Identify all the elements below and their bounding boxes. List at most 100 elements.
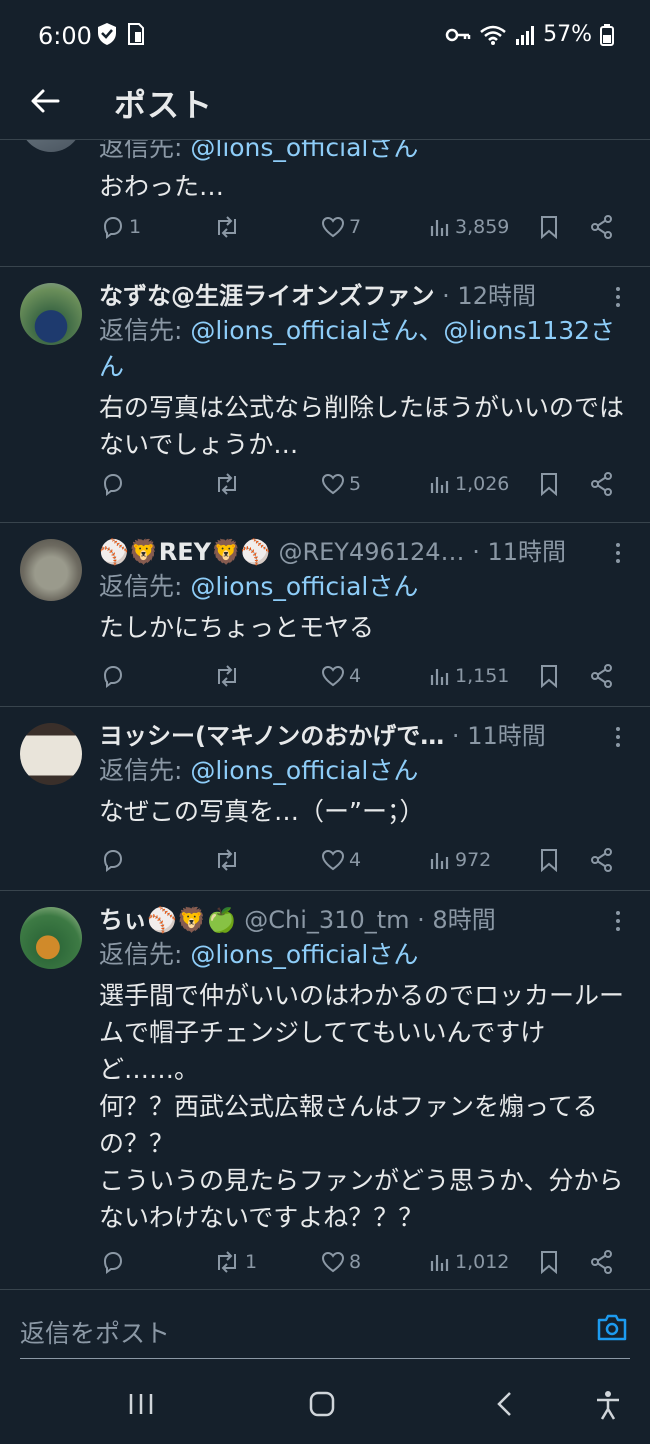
avatar[interactable] bbox=[20, 539, 82, 601]
tweet-time[interactable]: 11時間 bbox=[467, 722, 546, 750]
views-icon bbox=[430, 853, 449, 869]
reply-button[interactable] bbox=[101, 1245, 129, 1279]
reply-to: 返信先: @lions_officialさん bbox=[99, 140, 630, 166]
views-button[interactable]: 1,151 bbox=[429, 659, 509, 693]
retweet-button[interactable] bbox=[213, 843, 245, 877]
avatar[interactable] bbox=[20, 283, 82, 345]
reply-mention[interactable]: @lions_officialさん bbox=[190, 572, 418, 601]
heart-icon bbox=[321, 849, 345, 871]
tweet-meta: ヨッシー(マキノンのおかげで… · 11時間 bbox=[99, 722, 546, 750]
like-button[interactable]: 7 bbox=[321, 210, 361, 244]
accessibility-icon[interactable] bbox=[594, 1390, 622, 1420]
bookmark-icon[interactable] bbox=[539, 664, 559, 688]
reply-icon bbox=[103, 665, 123, 688]
more-vertical-icon[interactable] bbox=[606, 285, 630, 309]
more-vertical-icon[interactable] bbox=[606, 909, 630, 933]
tweet-time[interactable]: 12時間 bbox=[457, 282, 536, 310]
views-button[interactable]: 1,012 bbox=[429, 1245, 509, 1279]
views-button[interactable]: 1,026 bbox=[429, 467, 509, 501]
like-count: 4 bbox=[349, 849, 362, 871]
views-icon bbox=[430, 1255, 449, 1271]
signal-icon bbox=[516, 25, 535, 45]
arrow-left-icon[interactable] bbox=[28, 84, 62, 118]
reply-to: 返信先: @lions_officialさん bbox=[99, 569, 630, 605]
tweet-meta: なずな@生涯ライオンズファン · 12時間 bbox=[99, 282, 536, 310]
like-button[interactable]: 4 bbox=[321, 659, 361, 693]
display-name[interactable]: ヨッシー(マキノンのおかげで… bbox=[99, 722, 444, 750]
display-name[interactable]: ⚾🦁REY🦁⚾ bbox=[99, 538, 271, 566]
heart-icon bbox=[321, 473, 345, 495]
retweet-icon bbox=[218, 1251, 236, 1273]
reply-mention[interactable]: @lions_officialさん bbox=[190, 140, 418, 162]
reply-button[interactable]: 1 bbox=[101, 210, 141, 244]
reply-icon bbox=[103, 216, 123, 239]
back-nav-icon[interactable] bbox=[494, 1390, 516, 1418]
composer-underline bbox=[20, 1358, 630, 1359]
tweet[interactable]: 返信先: @lions_officialさん おわった… 1 7 3,859 bbox=[0, 140, 650, 267]
tweet-time[interactable]: 8時間 bbox=[432, 906, 495, 934]
tweet-actions: 1 8 1,012 bbox=[99, 1245, 630, 1279]
reply-input[interactable]: 返信をポスト bbox=[20, 1314, 170, 1350]
retweet-button[interactable]: 1 bbox=[213, 1245, 257, 1279]
reply-button[interactable] bbox=[101, 659, 129, 693]
reply-composer[interactable]: 返信をポスト bbox=[0, 1290, 650, 1370]
like-button[interactable]: 5 bbox=[321, 467, 361, 501]
like-count: 5 bbox=[349, 473, 362, 495]
tweet-actions: 5 1,026 bbox=[99, 467, 630, 501]
avatar[interactable] bbox=[20, 723, 82, 785]
reply-prefix: 返信先: bbox=[99, 940, 191, 969]
retweet-button[interactable] bbox=[213, 659, 245, 693]
bookmark-icon[interactable] bbox=[539, 215, 559, 239]
share-icon[interactable] bbox=[589, 663, 615, 689]
views-button[interactable]: 972 bbox=[429, 843, 491, 877]
shield-icon bbox=[98, 23, 116, 45]
tweet-time[interactable]: 11時間 bbox=[487, 538, 566, 566]
camera-icon[interactable] bbox=[596, 1312, 628, 1342]
reply-button[interactable] bbox=[101, 843, 129, 877]
display-name[interactable]: なずな@生涯ライオンズファン bbox=[99, 282, 435, 310]
avatar[interactable] bbox=[20, 140, 82, 152]
user-handle[interactable]: @Chi_310_tm bbox=[244, 906, 409, 934]
view-count: 972 bbox=[455, 849, 492, 871]
like-count: 8 bbox=[349, 1251, 362, 1273]
reply-prefix: 返信先: bbox=[99, 572, 191, 601]
more-vertical-icon[interactable] bbox=[606, 541, 630, 565]
tweet-text: 選手間で仲がいいのはわかるのでロッカールームで帽子チェンジしててもいいんですけど… bbox=[99, 981, 625, 1232]
retweet-button[interactable] bbox=[213, 210, 245, 244]
bookmark-icon[interactable] bbox=[539, 1250, 559, 1274]
share-icon[interactable] bbox=[589, 1249, 615, 1275]
views-button[interactable]: 3,859 bbox=[429, 210, 509, 244]
tweet-text: たしかにちょっとモヤる bbox=[99, 613, 375, 642]
home-icon[interactable] bbox=[308, 1390, 336, 1418]
tweet-meta: ちぃ⚾🦁🍏 @Chi_310_tm · 8時間 bbox=[99, 906, 496, 934]
like-button[interactable]: 8 bbox=[321, 1245, 361, 1279]
tweet-text: なぜこの写真を…（ー”ー；） bbox=[99, 797, 425, 826]
view-count: 1,012 bbox=[455, 1251, 510, 1273]
like-button[interactable]: 4 bbox=[321, 843, 361, 877]
avatar[interactable] bbox=[20, 907, 82, 969]
bookmark-icon[interactable] bbox=[539, 472, 559, 496]
tweet[interactable]: ちぃ⚾🦁🍏 @Chi_310_tm · 8時間 返信先: @lions_offi… bbox=[0, 891, 650, 1290]
display-name[interactable]: ちぃ⚾🦁🍏 bbox=[99, 906, 237, 934]
view-count: 1,026 bbox=[455, 473, 510, 495]
bookmark-icon[interactable] bbox=[539, 848, 559, 872]
views-icon bbox=[430, 477, 449, 493]
reply-mention[interactable]: @lions_officialさん bbox=[190, 940, 418, 969]
tweet[interactable]: なずな@生涯ライオンズファン · 12時間 返信先: @lions_offici… bbox=[0, 267, 650, 523]
user-handle[interactable]: @REY496124… bbox=[278, 538, 464, 566]
share-icon[interactable] bbox=[589, 471, 615, 497]
tweet-actions: 1 7 3,859 bbox=[99, 210, 630, 244]
tweet[interactable]: ⚾🦁REY🦁⚾ @REY496124… · 11時間 返信先: @lions_o… bbox=[0, 523, 650, 707]
status-right-icons: 57% bbox=[445, 22, 614, 47]
tweet-actions: 4 972 bbox=[99, 843, 630, 877]
reply-button[interactable] bbox=[101, 467, 129, 501]
share-icon[interactable] bbox=[589, 847, 615, 873]
reply-mention[interactable]: @lions_officialさん bbox=[190, 756, 418, 785]
recent-apps-icon[interactable] bbox=[128, 1390, 154, 1418]
reply-icon bbox=[103, 849, 123, 872]
more-vertical-icon[interactable] bbox=[606, 725, 630, 749]
retweet-button[interactable] bbox=[213, 467, 245, 501]
share-icon[interactable] bbox=[589, 214, 615, 240]
tweet[interactable]: ヨッシー(マキノンのおかげで… · 11時間 返信先: @lions_offic… bbox=[0, 707, 650, 891]
view-count: 3,859 bbox=[455, 216, 510, 238]
